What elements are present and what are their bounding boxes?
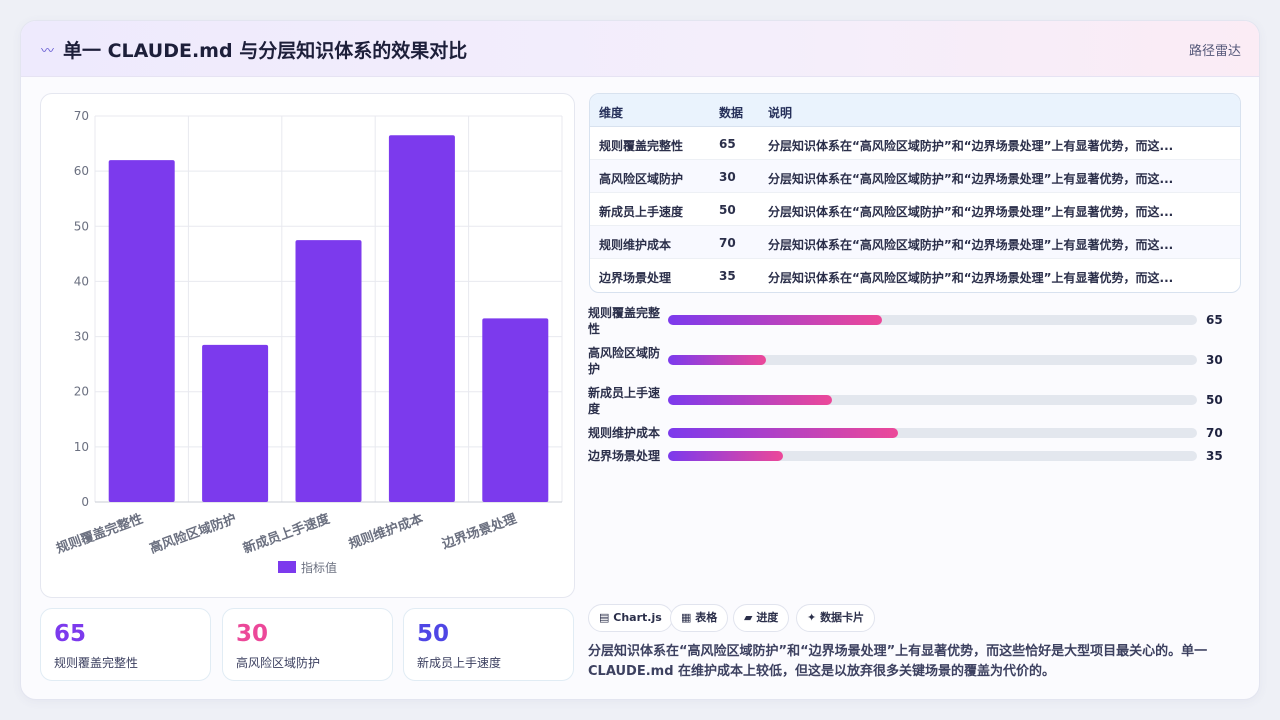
cell-dimension: 新成员上手速度 [599,205,684,219]
progress-row: 新成员上手速度 50 [588,385,1248,419]
bar [482,318,549,502]
y-tick-label: 20 [74,385,89,399]
radar-link[interactable]: 路径雷达 [1189,40,1241,59]
chip-chartjs[interactable]: ▤ Chart.js [588,604,673,632]
progress-fill [668,395,832,405]
x-tick-label: 边界场景处理 [439,511,519,553]
table-row: 边界场景处理 35 分层知识体系在“高风险区域防护”和“边界场景处理”上有显著优… [590,259,1240,292]
wave-icon: 〰 [41,44,55,59]
x-tick-label: 高风险区域防护 [147,511,238,557]
progress-fill [668,451,783,461]
legend-label: 指标值 [301,560,337,575]
stat-value: 65 [54,621,87,647]
cell-data: 70 [719,236,736,250]
table-row: 规则维护成本 70 分层知识体系在“高风险区域防护”和“边界场景处理”上有显著优… [590,226,1240,259]
progress-row: 规则维护成本 70 [588,425,1248,445]
x-tick-label: 规则覆盖完整性 [54,511,145,557]
x-tick-label: 规则维护成本 [346,511,425,553]
y-tick-label: 50 [74,219,89,233]
cell-description: 分层知识体系在“高风险区域防护”和“边界场景处理”上有显著优势，而这... [768,238,1174,252]
chip-progress[interactable]: ▰ 进度 [733,604,790,632]
progress-value: 65 [1206,313,1223,327]
cell-dimension: 规则维护成本 [599,238,672,252]
bar-chart: 0 10 20 30 40 50 60 70 规则覆盖完整性 高风险区域防护 新成员上手速度 规则维护… [54,109,563,575]
cell-data: 50 [719,203,736,217]
y-tick-label: 30 [74,330,89,344]
progress-track [668,395,1197,405]
progress-row: 高风险区域防护 30 [588,345,1248,379]
progress-fill [668,355,767,365]
stat-label: 规则覆盖完整性 [54,656,139,670]
header: 〰 单一 CLAUDE.md 与分层知识体系的效果对比 路径雷达 [21,21,1259,77]
progress-fill [668,315,883,325]
y-tick-label: 60 [74,164,89,178]
column-header-data: 数据 [719,106,744,120]
y-tick-label: 10 [74,440,89,454]
stat-label: 高风险区域防护 [236,656,321,670]
cell-data: 35 [719,269,736,283]
cell-dimension: 规则覆盖完整性 [599,139,684,153]
cell-description: 分层知识体系在“高风险区域防护”和“边界场景处理”上有显著优势，而这... [768,139,1174,153]
table-icon: ▦ [681,611,692,624]
y-tick-label: 70 [74,109,89,123]
sparkle-icon: ✦ [807,611,817,624]
bar [108,160,175,502]
table-row: 新成员上手速度 50 分层知识体系在“高风险区域防护”和“边界场景处理”上有显著… [590,193,1240,226]
progress-track [668,355,1197,365]
progress-label: 高风险区域防护 [588,346,661,376]
summary-text: 分层知识体系在“高风险区域防护”和“边界场景处理”上有显著优势，而这些恰好是大型… [588,644,1208,679]
progress-track [668,315,1197,325]
progress-label: 规则维护成本 [588,426,661,440]
chip-label: Chart.js [613,611,662,624]
cell-description: 分层知识体系在“高风险区域防护”和“边界场景处理”上有显著优势，而这... [768,172,1174,186]
chip-label: 数据卡片 [820,611,865,624]
legend-swatch [278,561,296,573]
stat-label: 新成员上手速度 [417,656,502,670]
bar [388,135,455,503]
cell-description: 分层知识体系在“高风险区域防护”和“边界场景处理”上有显著优势，而这... [768,271,1174,285]
progress-label: 新成员上手速度 [588,386,661,416]
bar-chart-panel: 0 10 20 30 40 50 60 70 规则覆盖完整性 高风险区域防护 新成员上手速度 规则维护… [40,93,575,598]
y-tick-label: 0 [81,495,89,509]
cell-data: 65 [719,137,736,151]
chip-data-cards[interactable]: ✦ 数据卡片 [796,604,876,632]
bar [295,240,362,503]
progress-icon: ▰ [744,611,753,624]
cell-dimension: 高风险区域防护 [599,172,684,186]
progress-value: 70 [1206,426,1223,440]
chart-icon: ▤ [599,611,610,624]
chip-label: 表格 [695,611,718,624]
table-row: 高风险区域防护 30 分层知识体系在“高风险区域防护”和“边界场景处理”上有显著… [590,160,1240,193]
main-card: 〰 单一 CLAUDE.md 与分层知识体系的效果对比 路径雷达 0 10 20 30… [20,20,1260,700]
stat-card: 50 新成员上手速度 [403,608,574,681]
progress-value: 35 [1206,449,1223,463]
stat-card: 30 高风险区域防护 [222,608,393,681]
x-tick-label: 新成员上手速度 [241,510,333,557]
table-row: 规则覆盖完整性 65 分层知识体系在“高风险区域防护”和“边界场景处理”上有显著… [590,127,1240,160]
column-header-dimension: 维度 [599,106,624,120]
data-table: 维度 数据 说明 规则覆盖完整性 65 分层知识体系在“高风险区域防护”和“边界… [589,93,1241,293]
bar [202,344,269,502]
table-header: 维度 数据 说明 [590,94,1240,127]
stat-value: 30 [236,621,269,647]
progress-value: 30 [1206,353,1223,367]
chip-label: 进度 [756,611,779,624]
cell-data: 30 [719,170,736,184]
progress-label: 规则覆盖完整性 [588,306,661,336]
cell-dimension: 边界场景处理 [599,271,672,285]
progress-track [668,451,1197,461]
chip-table[interactable]: ▦ 表格 [670,604,729,632]
stat-value: 50 [417,621,450,647]
column-header-description: 说明 [768,106,793,120]
progress-track [668,428,1197,438]
progress-value: 50 [1206,393,1223,407]
y-tick-label: 40 [74,274,89,288]
progress-row: 边界场景处理 35 [588,448,1248,468]
progress-label: 边界场景处理 [588,449,661,463]
page-title: 单一 CLAUDE.md 与分层知识体系的效果对比 [63,40,468,62]
progress-row: 规则覆盖完整性 65 [588,305,1248,339]
progress-fill [668,428,899,438]
cell-description: 分层知识体系在“高风险区域防护”和“边界场景处理”上有显著优势，而这... [768,205,1174,219]
stat-card: 65 规则覆盖完整性 [40,608,211,681]
